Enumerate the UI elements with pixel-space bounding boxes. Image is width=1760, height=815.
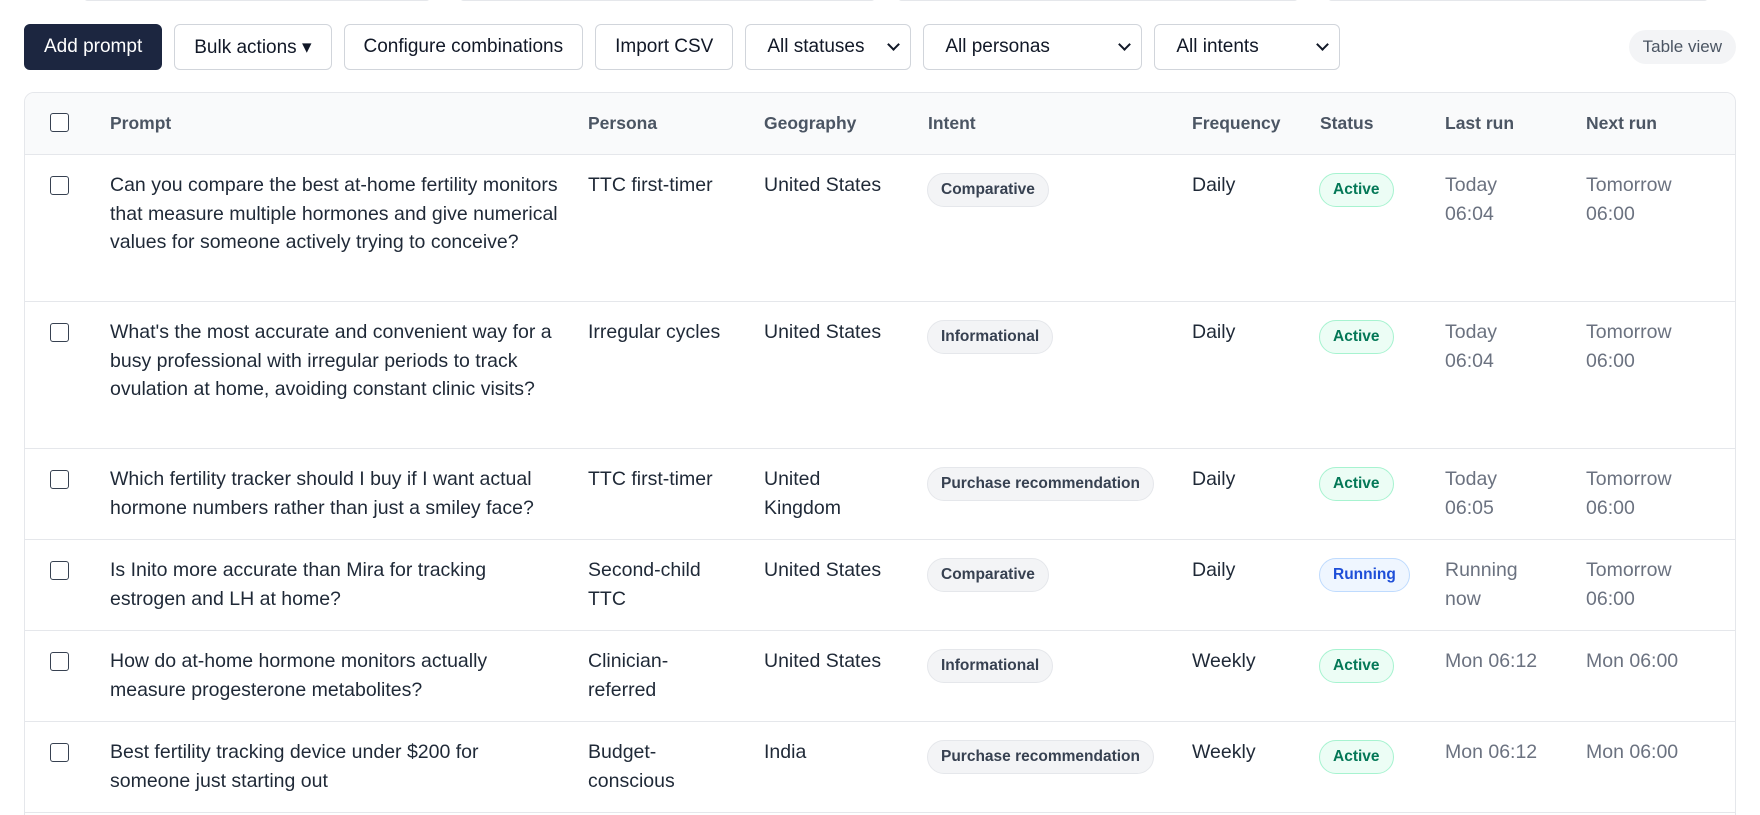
row-checkbox[interactable] <box>50 470 69 489</box>
status-badge: Active <box>1319 467 1394 501</box>
column-header-frequency[interactable]: Frequency <box>1192 113 1281 134</box>
intent-badge: Informational <box>927 320 1054 354</box>
geography-text: United States <box>764 559 882 581</box>
prompt-text: What's the most accurate and convenient … <box>110 321 552 400</box>
table-header: Prompt Persona Geography Intent Frequenc… <box>25 93 1735 155</box>
intent-badge: Informational <box>927 649 1054 683</box>
row-checkbox[interactable] <box>50 176 69 195</box>
status-badge: Active <box>1319 320 1394 354</box>
next-run-text: Tomorrow 06:00 <box>1586 468 1672 519</box>
table-row[interactable]: Which fertility tracker should I buy if … <box>25 449 1735 540</box>
row-checkbox[interactable] <box>50 323 69 342</box>
column-header-status[interactable]: Status <box>1320 113 1373 134</box>
prompt-text: How do at-home hormone monitors actually… <box>110 650 488 701</box>
column-header-last-run[interactable]: Last run <box>1445 113 1514 134</box>
select-all-checkbox[interactable] <box>50 113 69 132</box>
column-header-intent[interactable]: Intent <box>928 113 976 134</box>
row-checkbox[interactable] <box>50 561 69 580</box>
persona-filter-select[interactable]: All personas <box>923 24 1143 70</box>
intent-badge: Purchase recommendation <box>927 467 1154 501</box>
geography-text: United States <box>764 174 882 196</box>
column-header-persona[interactable]: Persona <box>588 113 657 134</box>
prompts-table: Prompt Persona Geography Intent Frequenc… <box>24 92 1736 815</box>
chevron-down-icon <box>887 38 901 51</box>
bulk-actions-button[interactable]: Bulk actions ▾ <box>174 24 332 70</box>
top-card-stub-3 <box>898 0 1298 1</box>
geography-text: United States <box>764 650 882 672</box>
chevron-down-icon <box>1316 38 1330 51</box>
prompt-text: Can you compare the best at-home fertili… <box>110 174 558 253</box>
frequency-text: Weekly <box>1192 650 1256 672</box>
status-badge: Running <box>1319 558 1410 592</box>
status-badge: Active <box>1319 649 1394 683</box>
table-row[interactable]: Best fertility tracking device under $20… <box>25 722 1735 813</box>
intent-badge: Comparative <box>927 558 1049 592</box>
status-badge: Active <box>1319 740 1394 774</box>
geography-text: United States <box>764 321 882 343</box>
prompt-text: Which fertility tracker should I buy if … <box>110 468 534 519</box>
last-run-text: Running now <box>1445 559 1518 610</box>
column-header-geography[interactable]: Geography <box>764 113 856 134</box>
frequency-text: Daily <box>1192 559 1236 581</box>
prompt-text: Is Inito more accurate than Mira for tra… <box>110 559 487 610</box>
table-row[interactable]: Is Inito more accurate than Mira for tra… <box>25 540 1735 631</box>
persona-text: Clinician-referred <box>588 650 669 701</box>
column-header-prompt[interactable]: Prompt <box>110 113 171 134</box>
top-card-stub-4 <box>1328 0 1708 1</box>
next-run-text: Mon 06:00 <box>1586 650 1679 672</box>
intent-badge: Comparative <box>927 173 1049 207</box>
persona-text: Irregular cycles <box>588 321 721 343</box>
top-card-stub-1 <box>84 0 430 1</box>
intent-filter-value: All intents <box>1176 36 1259 57</box>
status-badge: Active <box>1319 173 1394 207</box>
next-run-text: Tomorrow 06:00 <box>1586 559 1672 610</box>
status-filter-select[interactable]: All statuses <box>745 24 912 70</box>
frequency-text: Weekly <box>1192 741 1256 763</box>
last-run-text: Today 06:04 <box>1445 174 1498 225</box>
persona-text: Budget-conscious <box>588 741 675 792</box>
persona-text: Second-child TTC <box>588 559 701 610</box>
intent-badge: Purchase recommendation <box>927 740 1154 774</box>
status-filter-value: All statuses <box>767 36 865 57</box>
geography-text: India <box>764 741 807 763</box>
persona-text: TTC first-timer <box>588 174 713 196</box>
table-view-toggle[interactable]: Table view <box>1628 30 1736 64</box>
frequency-text: Daily <box>1192 321 1236 343</box>
table-row[interactable]: How do at-home hormone monitors actually… <box>25 631 1735 722</box>
frequency-text: Daily <box>1192 174 1236 196</box>
top-card-stub-2 <box>460 0 875 1</box>
column-header-next-run[interactable]: Next run <box>1586 113 1657 134</box>
import-csv-button[interactable]: Import CSV <box>595 24 734 70</box>
persona-filter-value: All personas <box>945 36 1050 57</box>
last-run-text: Mon 06:12 <box>1445 650 1538 672</box>
intent-filter-select[interactable]: All intents <box>1154 24 1341 70</box>
next-run-text: Tomorrow 06:00 <box>1586 321 1672 372</box>
add-prompt-button[interactable]: Add prompt <box>24 24 163 70</box>
last-run-text: Today 06:05 <box>1445 468 1498 519</box>
configure-combinations-button[interactable]: Configure combinations <box>343 24 584 70</box>
row-checkbox[interactable] <box>50 652 69 671</box>
last-run-text: Today 06:04 <box>1445 321 1498 372</box>
toolbar: Add prompt Bulk actions ▾ Configure comb… <box>24 24 1736 70</box>
frequency-text: Daily <box>1192 468 1236 490</box>
table-row[interactable]: What's the most accurate and convenient … <box>25 302 1735 449</box>
geography-text: United Kingdom <box>764 468 841 519</box>
last-run-text: Mon 06:12 <box>1445 741 1538 763</box>
table-row[interactable]: Can you compare the best at-home fertili… <box>25 155 1735 302</box>
next-run-text: Tomorrow 06:00 <box>1586 174 1672 225</box>
persona-text: TTC first-timer <box>588 468 713 490</box>
chevron-down-icon <box>1118 38 1132 51</box>
row-checkbox[interactable] <box>50 743 69 762</box>
next-run-text: Mon 06:00 <box>1586 741 1679 763</box>
prompt-text: Best fertility tracking device under $20… <box>110 741 479 792</box>
